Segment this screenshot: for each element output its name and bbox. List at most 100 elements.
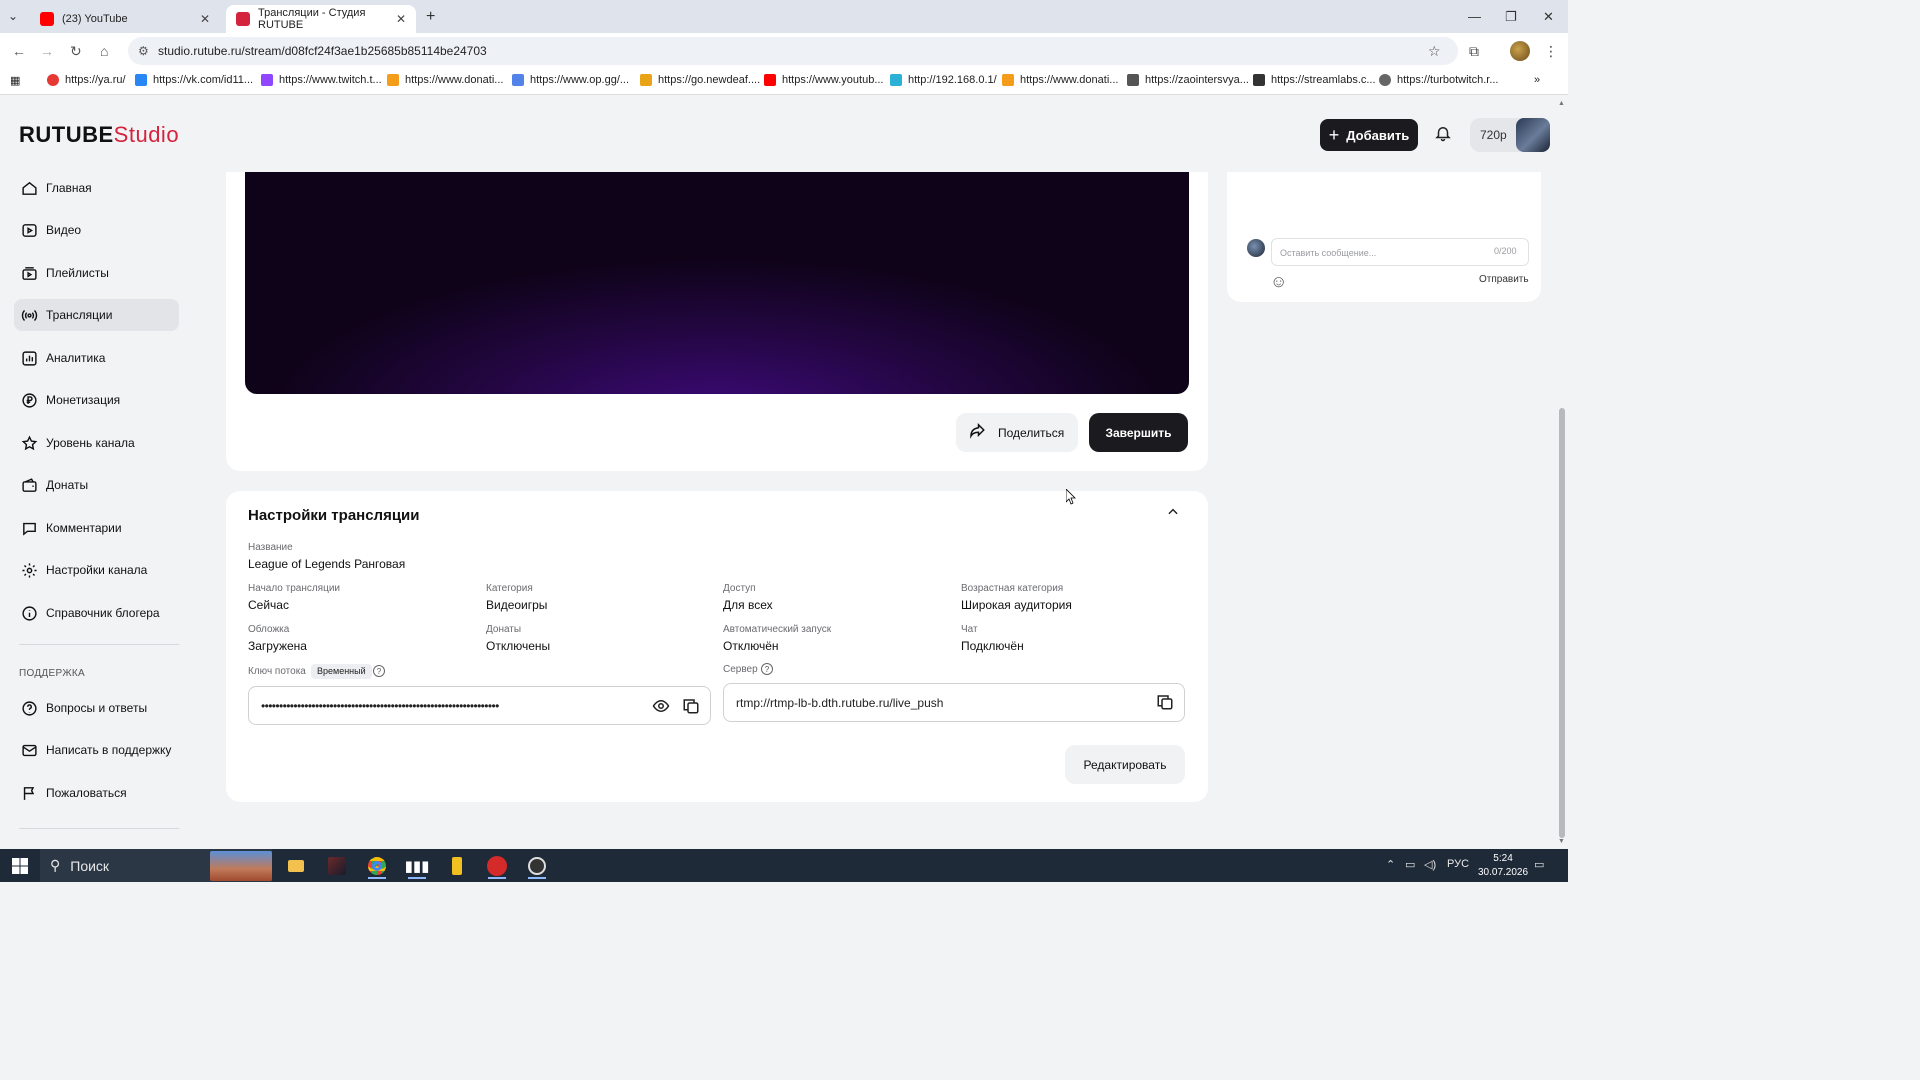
browser-menu-icon[interactable]: ⋮	[1544, 43, 1558, 60]
file-explorer-icon[interactable]	[279, 853, 313, 879]
red-app-icon[interactable]	[480, 853, 514, 879]
server-label: Сервер	[723, 664, 758, 675]
reload-icon[interactable]: ↻	[70, 43, 82, 60]
address-bar[interactable]: ⚙ studio.rutube.ru/stream/d08fcf24f3ae1b…	[128, 37, 1458, 65]
add-button[interactable]: + Добавить	[1320, 119, 1418, 151]
stream-key-help-icon[interactable]: ?	[373, 665, 385, 677]
stream-video-player[interactable]	[245, 172, 1189, 394]
forward-arrow-icon[interactable]: →	[40, 43, 54, 59]
active-app-indicator	[488, 877, 506, 879]
bookmark-item[interactable]: https://ya.ru/	[47, 74, 126, 86]
scroll-down-arrow-icon[interactable]: ▼	[1558, 838, 1565, 845]
bookmark-item[interactable]: https://www.op.gg/...	[512, 74, 629, 86]
chat-send-button[interactable]: Отправить	[1479, 274, 1529, 285]
browser-tab-rutube[interactable]: Трансляции - Студия RUTUBE ✕	[226, 5, 416, 33]
bookmark-favicon-icon	[135, 74, 147, 86]
site-settings-icon[interactable]: ⚙	[138, 44, 149, 58]
bookmark-star-icon[interactable]: ☆	[1428, 43, 1441, 60]
bookmark-item[interactable]: https://www.donati...	[387, 74, 503, 86]
game-app-icon[interactable]	[320, 853, 354, 879]
sidebar-item-contact-support[interactable]: Написать в поддержку	[14, 734, 179, 766]
bookmark-item[interactable]: https://www.youtub...	[764, 74, 884, 86]
field-value: Видеоигры	[486, 598, 548, 612]
restore-icon[interactable]: ❐	[1505, 9, 1517, 25]
share-button[interactable]: Поделиться	[956, 413, 1078, 452]
rutube-studio-logo[interactable]: RUTUBEStudio	[19, 122, 179, 148]
yellow-app-icon[interactable]	[440, 853, 474, 879]
extensions-icon[interactable]: ⧉	[1469, 43, 1479, 60]
user-avatar[interactable]	[1516, 118, 1550, 152]
obs-app-icon[interactable]	[520, 853, 554, 879]
question-icon	[20, 699, 38, 717]
video-icon	[20, 221, 38, 239]
bookmark-favicon-icon	[890, 74, 902, 86]
minimize-icon[interactable]: —	[1468, 9, 1481, 24]
bookmark-item[interactable]: https://zaointersvya...	[1127, 74, 1249, 86]
sidebar-item-home[interactable]: Главная	[14, 172, 179, 204]
taskbar-clock[interactable]: 5:24 30.07.2026	[1478, 852, 1528, 880]
chat-user-avatar	[1247, 239, 1265, 257]
chrome-browser-icon[interactable]	[360, 853, 394, 879]
sidebar-item-faq[interactable]: Вопросы и ответы	[14, 692, 179, 724]
more-bookmarks-icon[interactable]: »	[1534, 74, 1540, 86]
tab-close-icon[interactable]: ✕	[200, 12, 210, 26]
scroll-up-arrow-icon[interactable]: ▲	[1558, 100, 1565, 107]
window-close-icon[interactable]: ✕	[1543, 9, 1554, 25]
sidebar-item-monetization[interactable]: Монетизация	[14, 384, 179, 416]
app-header: RUTUBEStudio + Добавить 720p	[0, 96, 1556, 172]
back-arrow-icon[interactable]: ←	[12, 43, 26, 59]
comment-icon	[20, 519, 38, 537]
field-label: Донаты	[486, 624, 522, 635]
windows-taskbar: ⚲ Поиск ▮▮▮ ⌃ ▭ ◁) РУС 5:24 30.07.2026 ▭	[0, 849, 1568, 882]
search-highlight-image	[210, 851, 272, 881]
home-browser-icon[interactable]: ⌂	[100, 43, 108, 59]
sidebar-item-channel-settings[interactable]: Настройки канала	[14, 554, 179, 586]
bookmark-item[interactable]: http://192.168.0.1/	[890, 74, 997, 86]
show-key-eye-icon[interactable]	[652, 697, 670, 720]
bookmark-item[interactable]: https://www.twitch.t...	[261, 74, 382, 86]
bookmark-item[interactable]: https://go.newdeaf....	[640, 74, 760, 86]
emoji-icon[interactable]: ☺	[1270, 272, 1287, 292]
chat-message-input[interactable]: Оставить сообщение...	[1271, 238, 1529, 266]
rutube-studio-app: RUTUBEStudio + Добавить 720p Главная Виде…	[0, 96, 1568, 849]
volume-icon[interactable]: ◁)	[1424, 858, 1436, 871]
server-help-icon[interactable]: ?	[761, 663, 773, 675]
input-language[interactable]: РУС	[1447, 858, 1469, 870]
ruble-icon	[20, 391, 38, 409]
copy-server-icon[interactable]	[1156, 693, 1174, 716]
scrollbar-thumb[interactable]	[1559, 408, 1565, 838]
windows-start-icon[interactable]	[12, 858, 28, 874]
sidebar-item-analytics[interactable]: Аналитика	[14, 342, 179, 374]
copy-key-icon[interactable]	[682, 697, 700, 720]
sidebar-item-comments[interactable]: Комментарии	[14, 512, 179, 544]
apps-grid-icon[interactable]: ▦	[10, 74, 20, 87]
field-value: Сейчас	[248, 598, 289, 612]
active-app-indicator	[528, 877, 546, 879]
tab-close-icon[interactable]: ✕	[396, 12, 406, 26]
sidebar-item-playlists[interactable]: Плейлисты	[14, 257, 179, 289]
bookmark-item[interactable]: https://streamlabs.c...	[1253, 74, 1376, 86]
tab-list-chevron-icon[interactable]: ⌄	[8, 9, 18, 23]
notification-center-icon[interactable]: ▭	[1534, 858, 1544, 871]
audio-app-icon[interactable]: ▮▮▮	[400, 853, 434, 879]
share-arrow-icon	[968, 421, 986, 444]
browser-profile-avatar[interactable]	[1510, 41, 1530, 61]
bookmark-item[interactable]: https://www.donati...	[1002, 74, 1118, 86]
sidebar-item-report[interactable]: Пожаловаться	[14, 777, 179, 809]
collapse-chevron-up-icon[interactable]	[1166, 505, 1180, 522]
new-tab-plus-icon[interactable]: +	[426, 8, 435, 26]
notifications-bell-icon[interactable]	[1434, 124, 1452, 147]
browser-tab-youtube[interactable]: (23) YouTube ✕	[30, 5, 220, 33]
sidebar-item-broadcasts[interactable]: Трансляции	[14, 299, 179, 331]
bookmark-favicon-icon	[1379, 74, 1391, 86]
sidebar-item-blogger-guide[interactable]: Справочник блогера	[14, 597, 179, 629]
sidebar-item-video[interactable]: Видео	[14, 214, 179, 246]
network-icon[interactable]: ▭	[1405, 858, 1415, 871]
bookmark-item[interactable]: https://turbotwitch.r...	[1379, 74, 1499, 86]
sidebar-item-donations[interactable]: Донаты	[14, 469, 179, 501]
edit-settings-button[interactable]: Редактировать	[1065, 745, 1185, 784]
finish-stream-button[interactable]: Завершить	[1089, 413, 1188, 452]
bookmark-item[interactable]: https://vk.com/id11...	[135, 74, 253, 86]
tray-chevron-up-icon[interactable]: ⌃	[1386, 858, 1395, 871]
sidebar-item-channel-level[interactable]: Уровень канала	[14, 427, 179, 459]
